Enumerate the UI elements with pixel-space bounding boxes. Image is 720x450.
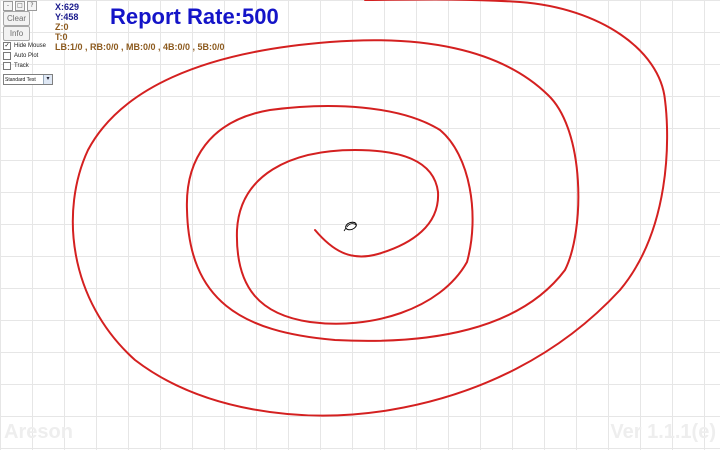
t-value: T:0 [55, 32, 68, 42]
hide-mouse-checkbox[interactable]: ✓ [3, 42, 11, 50]
test-mode-select[interactable]: Standard Test ▾ [3, 74, 53, 85]
track-label: Track [14, 63, 29, 69]
button-counters: LB:1/0 , RB:0/0 , MB:0/0 , 4B:0/0 , 5B:0… [55, 42, 225, 52]
version-watermark: Ver 1.1.1(e) [610, 421, 716, 443]
restore-icon[interactable]: □ [15, 1, 25, 11]
track-option[interactable]: Track [3, 62, 29, 70]
mouse-trace-path [71, 0, 669, 417]
z-value: Z:0 [55, 22, 69, 32]
plot-canvas[interactable] [0, 0, 720, 450]
chevron-down-icon[interactable]: ▾ [43, 75, 52, 84]
hide-mouse-option[interactable]: ✓ Hide Mouse [3, 42, 46, 50]
report-rate-title: Report Rate:500 [110, 4, 279, 29]
mouse-cursor-icon [343, 221, 357, 232]
track-checkbox[interactable] [3, 62, 11, 70]
info-button[interactable]: Info [3, 26, 30, 41]
brand-watermark: Areson [4, 421, 73, 443]
auto-plot-option[interactable]: Auto Plot [3, 52, 38, 60]
minimize-icon[interactable]: - [3, 1, 13, 11]
window-controls: - □ ? [3, 1, 37, 11]
clear-button[interactable]: Clear [3, 11, 30, 26]
y-coordinate: Y:458 [55, 12, 79, 22]
x-coordinate: X:629 [55, 2, 80, 12]
auto-plot-checkbox[interactable] [3, 52, 11, 60]
hide-mouse-label: Hide Mouse [14, 43, 47, 49]
test-mode-value: Standard Test [5, 76, 36, 83]
help-icon[interactable]: ? [27, 1, 37, 11]
auto-plot-label: Auto Plot [14, 53, 39, 59]
